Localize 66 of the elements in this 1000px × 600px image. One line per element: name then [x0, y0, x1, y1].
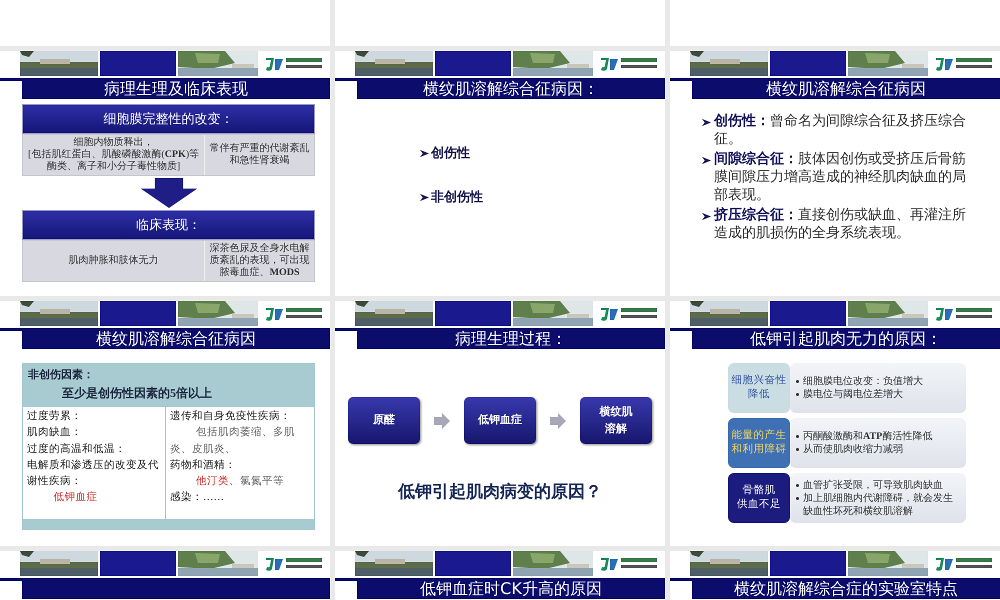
- down-arrow-icon: [140, 178, 198, 208]
- cause-detail: 加上肌细胞内代谢障碍，就会发生缺血性坏死和横纹肌溶解: [803, 492, 954, 518]
- bullet-text: 间隙综合征：肢体因创伤或受挤压后骨筋膜间隙压力增高造成的神经肌肉缺血的局部表现。: [714, 151, 967, 205]
- process-step: 低钾血症: [464, 397, 536, 444]
- table-cell-text: 细胞内物质释出， [包括肌红蛋白、肌酸磷酸激酶(CPK)等酶类、离子和小分子毒性物质]: [27, 136, 200, 174]
- slide-thumbnail[interactable]: 病理生理过程： 原醛 低钾血症 横纹肌 溶解 低钾引起肌肉病变的原因？: [335, 301, 665, 546]
- process-step: 原醛: [348, 397, 420, 444]
- bullet-text: 挤压综合征：直接创伤或缺血、再灌注所造成的肌损伤的全身系统表现。: [714, 207, 967, 243]
- slide-title: 病理生理过程：: [357, 328, 665, 349]
- bullet-arrow-icon: [702, 118, 711, 127]
- table-cell-text: 肌肉肿胀和肢体无力: [68, 254, 160, 268]
- bullet-icon: [796, 393, 799, 396]
- cause-detail: 从而使肌肉收缩力减弱: [803, 443, 903, 456]
- table-cell: 深茶色尿及全身水电解质紊乱的表现，可出现脓毒血症、MODS: [204, 241, 314, 281]
- factor-text: 肌肉缺血：: [27, 425, 83, 440]
- bullet-arrow-icon: [702, 212, 711, 221]
- bullet-icon: [796, 496, 799, 500]
- slide-thumbnail[interactable]: 横纹肌溶解综合症的实验室特点: [670, 551, 1000, 600]
- cause-label: 细胞兴奋性 降低: [728, 363, 790, 413]
- slide-thumbnail[interactable]: 病理生理及临床表现 细胞膜完整性的改变： 细胞内物质释出， [包括肌红蛋白、肌酸磷酸激酶(CPK)等酶类、离子和小分子毒性物质] 常伴有严重的代谢紊乱和急性肾衰竭 临床表现： 肌肉肿胀和肢体无力 深茶色尿及全身水电解质紊乱的表现，可出现脓毒血症、MODS: [0, 51, 330, 296]
- bullet-icon: [796, 380, 799, 383]
- factor-text: 包括肌肉萎缩、多肌炎、皮肌炎、: [170, 425, 296, 457]
- cause-label: 能量的产生 和利用障碍: [728, 418, 790, 468]
- slide-thumbnail[interactable]: 低钾血症时CK升高的原因: [335, 551, 665, 600]
- process-step: 横纹肌 溶解: [580, 397, 652, 444]
- factor-text: 药物和酒精：: [170, 458, 237, 473]
- factor-text: 过度劳累：: [27, 409, 83, 424]
- bullet-text: 创伤性: [431, 145, 470, 162]
- factor-text: 遗传和自身免疫性疾病：: [170, 409, 292, 424]
- factor-text: 过度的高温和低温：: [27, 442, 127, 457]
- slide-thumbnail[interactable]: 横纹肌溶解综合征病因： 创伤性 非创伤性: [335, 51, 665, 296]
- slide-title: 横纹肌溶解综合症的实验室特点: [692, 578, 1000, 599]
- slide-title: 横纹肌溶解综合征病因：: [357, 78, 665, 99]
- table-heading: 非创伤因素：: [27, 368, 95, 382]
- bullet-text: 非创伤性: [431, 189, 483, 206]
- slide-title: 低钾引起肌肉无力的原因：: [692, 328, 1000, 349]
- section-heading: 细胞膜完整性的改变：: [22, 104, 315, 134]
- table-cell: 常伴有严重的代谢紊乱和急性肾衰竭: [204, 135, 314, 175]
- bullet-icon: [796, 435, 799, 438]
- right-arrow-icon: [434, 412, 450, 428]
- bullet-icon: [796, 448, 799, 451]
- slide-title: 低钾血症时CK升高的原因: [357, 578, 665, 599]
- cause-label: 骨骼肌 供血不足: [728, 473, 790, 523]
- factor-text: 感染：……: [170, 490, 225, 506]
- section-heading: 临床表现：: [22, 210, 315, 240]
- question-text: 低钾引起肌肉病变的原因？: [398, 481, 602, 503]
- slide-thumbnail[interactable]: 横纹肌溶解综合征病因 创伤性：曾命名为间隙综合征及挤压综合征。 间隙综合征：肢体因创伤或受挤压后骨筋膜间隙压力增高造成的神经肌肉缺血的局部表现。 挤压综合征：直接创伤或缺血、再灌注所造成的肌损伤的全身系统表现。: [670, 51, 1000, 296]
- slide-thumbnail[interactable]: 横纹肌溶解综合征病因 非创伤因素： 至少是创伤性因素的5倍以上 过度劳累： 肌肉缺血： 过度的高温和低温： 电解质和渗透压的改变及代谢性疾病： 低钾血症 遗传和自身免疫性疾病： 包括肌肉萎缩、多肌炎、皮肌炎、 药物和酒精： 他汀类、氯氮平等 感染：……: [0, 301, 330, 546]
- table-heading: 至少是创伤性因素的5倍以上: [61, 385, 213, 402]
- cause-detail: 丙酮酸激酶和ATP酶活性降低: [803, 430, 932, 443]
- cause-detail: 血管扩张受限，可导致肌肉缺血: [803, 478, 943, 492]
- factor-text: 低钾血症: [52, 490, 98, 506]
- factor-text: 他汀类、氯氮平等: [195, 474, 286, 490]
- bullet-arrow-icon: [420, 192, 429, 202]
- bullet-icon: [796, 484, 799, 486]
- slide-title: 横纹肌溶解综合征病因: [22, 328, 330, 349]
- bullet-arrow-icon: [420, 148, 429, 158]
- cause-detail: 膜电位与阈电位差增大: [803, 388, 903, 401]
- factor-text: 电解质和渗透压的改变及代谢性疾病：: [27, 458, 160, 490]
- bullet-arrow-icon: [702, 156, 711, 165]
- slide-thumbnail[interactable]: 低钾引起肌肉无力的原因： 细胞兴奋性 降低 细胞膜电位改变：负值增大 膜电位与阈电位差增大 能量的产生 和利用障碍 丙酮酸激酶和ATP酶活性降低 从而使肌肉收缩力减弱 骨骼肌 供血不足 血管扩张受限，可导致肌肉缺血 加上肌细胞内代谢障碍，就会发生缺血性坏死和横纹肌溶解: [670, 301, 1000, 546]
- slide-title: 病理生理及临床表现: [22, 78, 330, 99]
- right-arrow-icon: [550, 412, 566, 428]
- slide-title: 横纹肌溶解综合征病因: [692, 78, 1000, 99]
- bullet-text: 创伤性：曾命名为间隙综合征及挤压综合征。: [714, 113, 967, 149]
- cause-detail: 细胞膜电位改变：负值增大: [803, 375, 923, 388]
